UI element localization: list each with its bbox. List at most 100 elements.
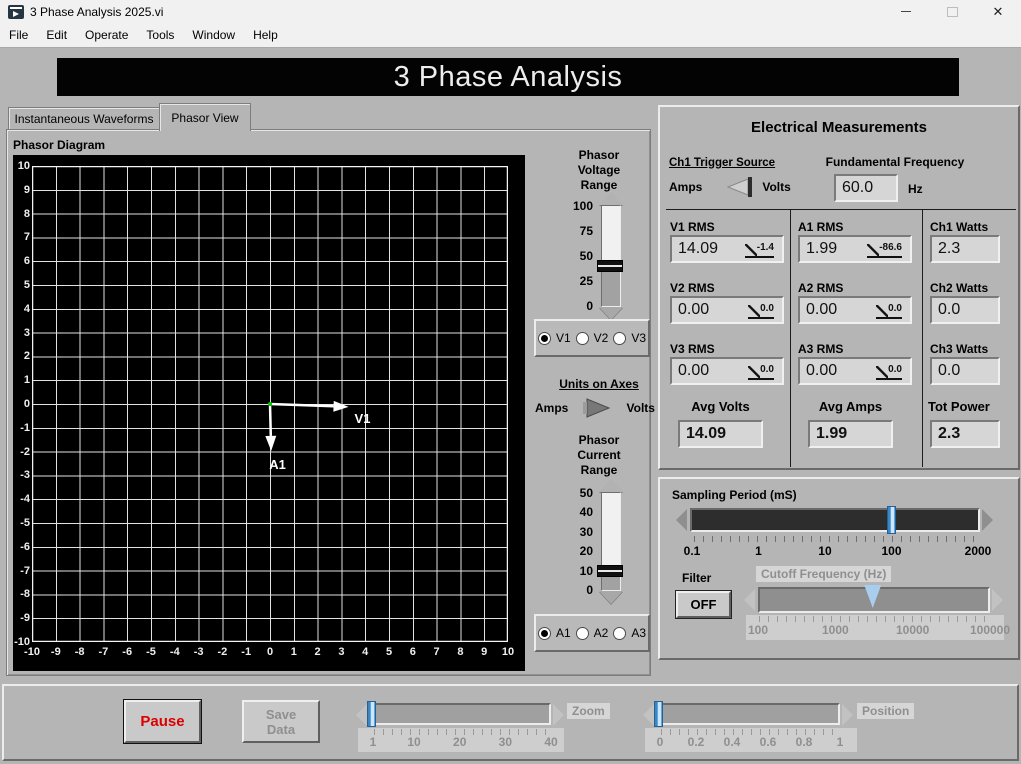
slider-increment-arrow[interactable] <box>599 479 623 492</box>
current-slider-track[interactable] <box>597 492 623 591</box>
fundamental-frequency-unit: Hz <box>908 182 923 196</box>
slider-decrement-arrow[interactable] <box>599 591 623 604</box>
tab-instantaneous-waveforms[interactable]: Instantaneous Waveforms <box>8 107 160 130</box>
save-data-button[interactable]: Save Data <box>242 700 320 743</box>
phasor-current-range-slider[interactable] <box>597 479 624 604</box>
position-slider-track[interactable] <box>656 703 840 725</box>
phasor-diagram-label: Phasor Diagram <box>13 138 106 152</box>
x-tick-label: 5 <box>385 646 393 658</box>
x-tick-label: 0 <box>266 646 274 658</box>
scale-label: 50 <box>579 249 593 263</box>
minimize-button[interactable] <box>883 0 929 23</box>
menu-item-file[interactable]: File <box>0 23 37 47</box>
voltage-radio-v3[interactable] <box>613 331 627 345</box>
sampling-increment-arrow[interactable] <box>982 509 993 531</box>
plot-area: V1 A1 <box>32 166 508 642</box>
measure-label: Ch3 Watts <box>930 342 989 356</box>
angle-display: 0.0 <box>876 363 902 380</box>
x-tick-label: -1 <box>241 646 252 658</box>
trigger-source-toggle[interactable] <box>720 175 758 199</box>
menu-item-edit[interactable]: Edit <box>37 23 76 47</box>
sampling-slider-handle[interactable] <box>887 506 897 534</box>
slider-increment-arrow[interactable] <box>599 192 623 205</box>
tick-label: 1 <box>755 544 762 558</box>
tick-label: 1 <box>836 735 844 749</box>
menu-item-help[interactable]: Help <box>244 23 287 47</box>
sampling-slider-track[interactable] <box>690 508 980 532</box>
pause-button[interactable]: Pause <box>123 699 202 744</box>
tick-label: 0.6 <box>759 735 777 749</box>
x-tick-label: 3 <box>338 646 345 658</box>
current-radio-a3[interactable] <box>613 626 627 640</box>
vector-label-V1: V1 <box>355 411 371 426</box>
x-tick-label: 8 <box>457 646 464 658</box>
sampling-decrement-arrow[interactable] <box>676 509 687 531</box>
x-tick-label: 4 <box>362 646 369 658</box>
cutoff-increment-arrow[interactable] <box>992 589 1003 611</box>
close-button[interactable]: ✕ <box>975 0 1021 23</box>
cutoff-tick-labels: 100 1000 10000 100000 <box>748 623 1010 639</box>
zoom-decrement-arrow[interactable] <box>356 704 367 726</box>
a2-rms-indicator: 0.00 0.0 <box>798 296 912 324</box>
phasor-view-page: Phasor Diagram 10 9 8 7 6 5 4 3 2 1 0 -1 -2 -3 -4 -5 -6-… <box>6 129 655 676</box>
measure-label: A2 RMS <box>798 281 844 295</box>
v1-rms-indicator: 14.09 -1.4 <box>670 235 784 263</box>
current-phase-selector[interactable]: A1 A2 A3 <box>534 614 650 652</box>
tick-label: 2000 <box>964 544 992 558</box>
y-tick-label: 9 <box>23 183 30 196</box>
sampling-tick-labels: 0.1 1 10 100 2000 <box>684 544 992 560</box>
zoom-slider-track[interactable] <box>369 703 551 725</box>
tick-label: 100 <box>881 544 902 558</box>
current-radio-a1[interactable] <box>537 626 551 640</box>
zoom-label: Zoom <box>567 703 610 719</box>
zoom-slider-handle[interactable] <box>367 701 376 727</box>
tick-label: 0.2 <box>687 735 705 749</box>
position-slider-handle[interactable] <box>654 701 663 727</box>
position-increment-arrow[interactable] <box>842 704 853 726</box>
position-label: Position <box>857 703 915 719</box>
voltage-slider-handle[interactable] <box>597 260 623 272</box>
current-slider-handle[interactable] <box>597 564 623 577</box>
cutoff-decrement-arrow[interactable] <box>744 589 755 611</box>
maximize-button[interactable] <box>929 0 975 23</box>
fundamental-frequency-input[interactable]: 60.0 <box>834 174 898 202</box>
banner-title: 3 Phase Analysis <box>393 60 623 93</box>
tick-label: 0.8 <box>795 735 813 749</box>
voltage-radio-v2[interactable] <box>575 331 589 345</box>
units-amps-label: Amps <box>535 401 569 415</box>
current-radio-label: A1 <box>555 626 571 640</box>
scale-label: 20 <box>579 544 593 559</box>
tick-label: 100 <box>747 623 769 637</box>
y-tick-label: -9 <box>20 612 30 625</box>
voltage-radio-v1[interactable] <box>537 331 551 345</box>
filter-off-button[interactable]: OFF <box>675 590 732 619</box>
voltage-slider-track[interactable] <box>597 205 623 307</box>
x-tick-label: -3 <box>193 646 204 658</box>
x-tick-label: -7 <box>98 646 109 658</box>
tab-phasor-view[interactable]: Phasor View <box>159 103 251 131</box>
y-tick-label: -3 <box>20 469 30 482</box>
voltage-phase-selector[interactable]: V1 V2 V3 <box>534 319 650 357</box>
tick-label: 1000 <box>821 623 849 637</box>
ch3-watts-indicator: 0.0 <box>930 357 1000 385</box>
tick-label: 10 <box>407 735 421 749</box>
menu-item-operate[interactable]: Operate <box>76 23 137 47</box>
maximize-icon <box>946 6 958 17</box>
zoom-increment-arrow[interactable] <box>553 704 564 726</box>
tick-label: 1 <box>369 735 377 749</box>
position-decrement-arrow[interactable] <box>643 704 654 726</box>
menu-item-window[interactable]: Window <box>183 23 244 47</box>
tick-label: 30 <box>498 735 513 749</box>
cutoff-frequency-label: Cutoff Frequency (Hz) <box>756 566 892 582</box>
x-tick-label: -8 <box>74 646 85 658</box>
tick-label: 20 <box>453 735 467 749</box>
y-tick-label: 6 <box>23 255 30 268</box>
y-tick-label: -1 <box>20 421 30 434</box>
minimize-icon <box>901 11 911 12</box>
tick-label: 0.4 <box>723 735 741 749</box>
phasor-voltage-range-slider[interactable] <box>597 192 624 320</box>
current-radio-a2[interactable] <box>575 626 589 640</box>
x-tick-label: -9 <box>50 646 61 658</box>
menu-item-tools[interactable]: Tools <box>137 23 183 47</box>
units-on-axes-toggle[interactable] <box>580 396 614 420</box>
